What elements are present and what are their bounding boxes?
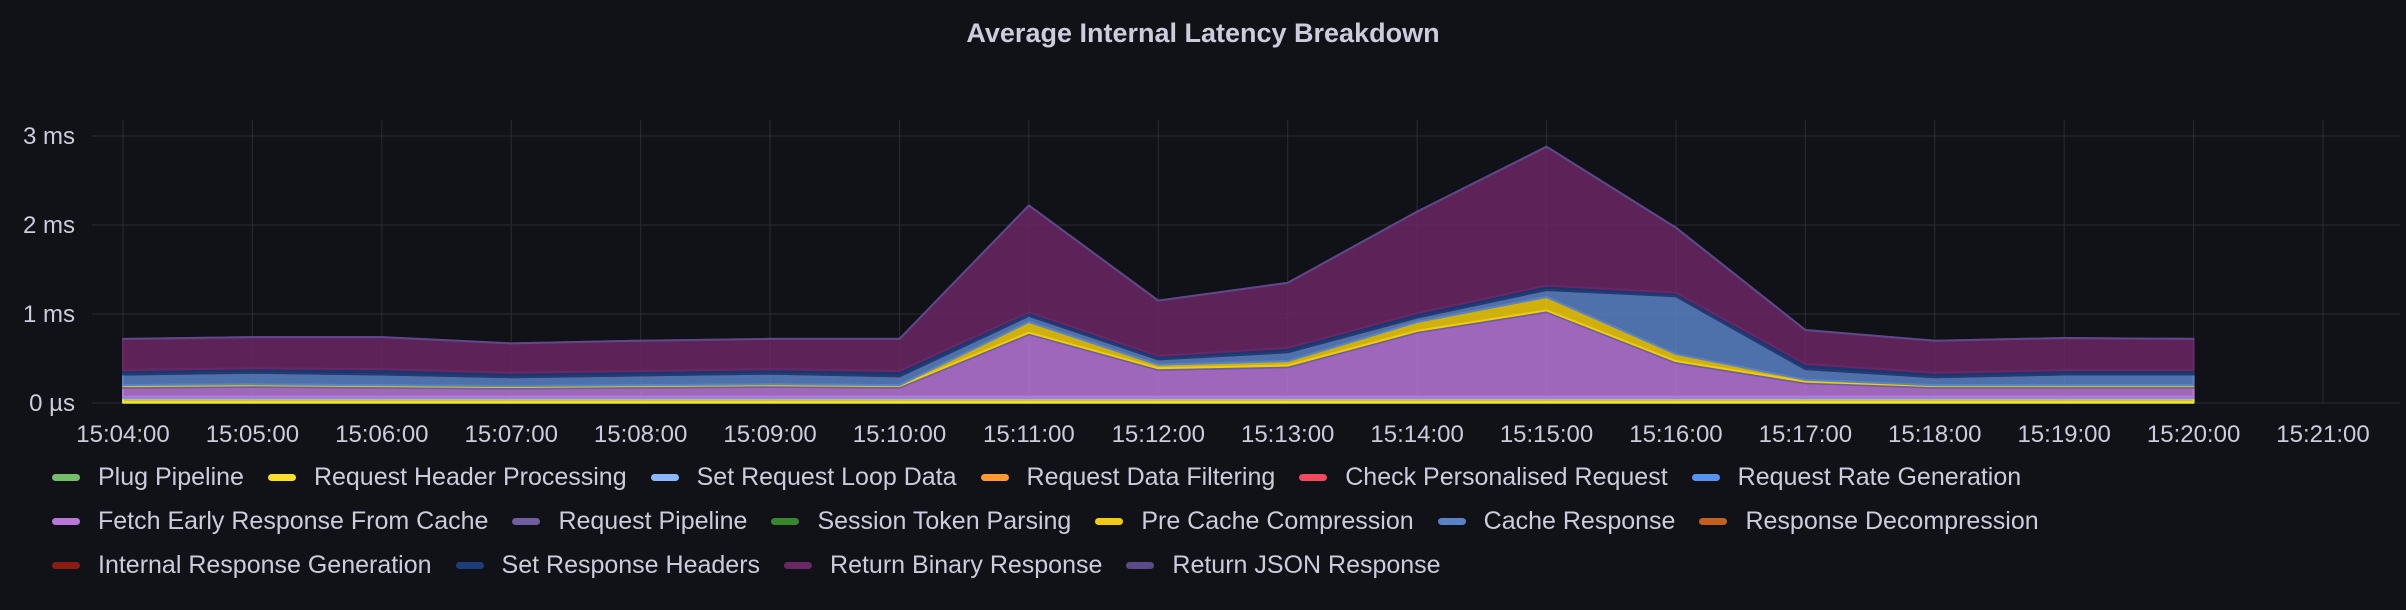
legend-swatch bbox=[1299, 473, 1328, 481]
legend-swatch bbox=[1126, 561, 1155, 569]
x-tick-label: 15:20:00 bbox=[2147, 421, 2240, 448]
x-tick-label: 15:21:00 bbox=[2276, 421, 2369, 448]
legend-label: Plug Pipeline bbox=[98, 462, 244, 491]
chart-plot: 0 µs 1 ms 2 ms 3 ms 15:04:00 15:05:00 15:06:0… bbox=[23, 120, 2400, 448]
legend-item[interactable]: Request Pipeline bbox=[512, 499, 747, 543]
x-tick-label: 15:14:00 bbox=[1370, 421, 1463, 448]
legend-label: Request Rate Generation bbox=[1737, 462, 2022, 491]
legend-label: Fetch Early Response From Cache bbox=[98, 506, 489, 535]
legend-swatch bbox=[52, 561, 80, 569]
legend-item[interactable]: Return Binary Response bbox=[784, 543, 1102, 587]
x-tick-label: 15:06:00 bbox=[335, 421, 428, 448]
legend-swatch bbox=[650, 473, 679, 481]
legend-swatch bbox=[267, 473, 296, 481]
legend-label: Return Binary Response bbox=[830, 550, 1103, 579]
legend-item[interactable]: Request Header Processing bbox=[267, 455, 627, 499]
y-axis: 0 µs 1 ms 2 ms 3 ms bbox=[23, 123, 75, 417]
legend-item[interactable]: Session Token Parsing bbox=[771, 499, 1071, 543]
x-tick-label: 15:11:00 bbox=[983, 421, 1075, 448]
legend-item[interactable]: Pre Cache Compression bbox=[1095, 499, 1414, 543]
legend-label: Request Pipeline bbox=[558, 506, 748, 535]
x-tick-label: 15:19:00 bbox=[2017, 421, 2110, 448]
legend-swatch bbox=[771, 517, 800, 525]
legend-swatch bbox=[1437, 517, 1466, 525]
legend-item[interactable]: Request Data Filtering bbox=[980, 455, 1276, 499]
legend-swatch bbox=[980, 473, 1009, 481]
legend-label: Cache Response bbox=[1483, 506, 1676, 535]
legend-item[interactable]: Cache Response bbox=[1437, 499, 1676, 543]
legend: Plug Pipeline Request Header Processing Se… bbox=[52, 455, 2402, 587]
legend-label: Set Request Loop Data bbox=[696, 462, 957, 491]
x-tick-label: 15:04:00 bbox=[76, 421, 169, 448]
x-tick-label: 15:10:00 bbox=[853, 421, 946, 448]
x-tick-label: 15:09:00 bbox=[723, 421, 816, 448]
legend-swatch bbox=[1095, 517, 1124, 525]
legend-label: Response Decompression bbox=[1745, 506, 2039, 535]
x-tick-label: 15:07:00 bbox=[465, 421, 558, 448]
legend-swatch bbox=[52, 517, 80, 525]
legend-item[interactable]: Request Rate Generation bbox=[1691, 455, 2022, 499]
x-tick-label: 15:12:00 bbox=[1112, 421, 1205, 448]
y-tick-label: 1 ms bbox=[23, 301, 75, 328]
legend-item[interactable]: Return JSON Response bbox=[1126, 543, 1441, 587]
x-tick-label: 15:13:00 bbox=[1241, 421, 1334, 448]
y-tick-label: 2 ms bbox=[23, 212, 75, 239]
legend-label: Return JSON Response bbox=[1172, 550, 1441, 579]
legend-item[interactable]: Internal Response Generation bbox=[52, 543, 432, 587]
x-axis: 15:04:00 15:05:00 15:06:00 15:07:00 15:08:00… bbox=[76, 421, 2369, 448]
legend-swatch bbox=[512, 517, 541, 525]
legend-item[interactable]: Fetch Early Response From Cache bbox=[52, 499, 488, 543]
legend-swatch bbox=[52, 473, 80, 481]
legend-label: Pre Cache Compression bbox=[1141, 506, 1414, 535]
legend-swatch bbox=[1699, 517, 1728, 525]
legend-item[interactable]: Check Personalised Request bbox=[1299, 455, 1668, 499]
chart-panel: Average Internal Latency Breakdown 0 µs 1… bbox=[0, 0, 2406, 610]
legend-item[interactable]: Set Response Headers bbox=[455, 543, 761, 587]
legend-item[interactable]: Set Request Loop Data bbox=[650, 455, 957, 499]
legend-item[interactable]: Plug Pipeline bbox=[52, 455, 244, 499]
y-tick-label: 3 ms bbox=[23, 123, 75, 150]
y-tick-label: 0 µs bbox=[29, 390, 75, 417]
x-tick-label: 15:05:00 bbox=[206, 421, 299, 448]
legend-label: Check Personalised Request bbox=[1345, 462, 1668, 491]
legend-label: Session Token Parsing bbox=[817, 506, 1072, 535]
legend-swatch bbox=[784, 561, 813, 569]
legend-swatch bbox=[1691, 473, 1720, 481]
legend-label: Request Data Filtering bbox=[1026, 462, 1276, 491]
x-tick-label: 15:16:00 bbox=[1629, 421, 1722, 448]
legend-label: Internal Response Generation bbox=[98, 550, 432, 579]
x-tick-label: 15:08:00 bbox=[594, 421, 687, 448]
x-tick-label: 15:15:00 bbox=[1500, 421, 1593, 448]
legend-label: Request Header Processing bbox=[313, 462, 627, 491]
x-tick-label: 15:18:00 bbox=[1888, 421, 1981, 448]
legend-item[interactable]: Response Decompression bbox=[1699, 499, 2039, 543]
x-tick-label: 15:17:00 bbox=[1759, 421, 1852, 448]
legend-swatch bbox=[455, 561, 484, 569]
legend-label: Set Response Headers bbox=[501, 550, 761, 579]
